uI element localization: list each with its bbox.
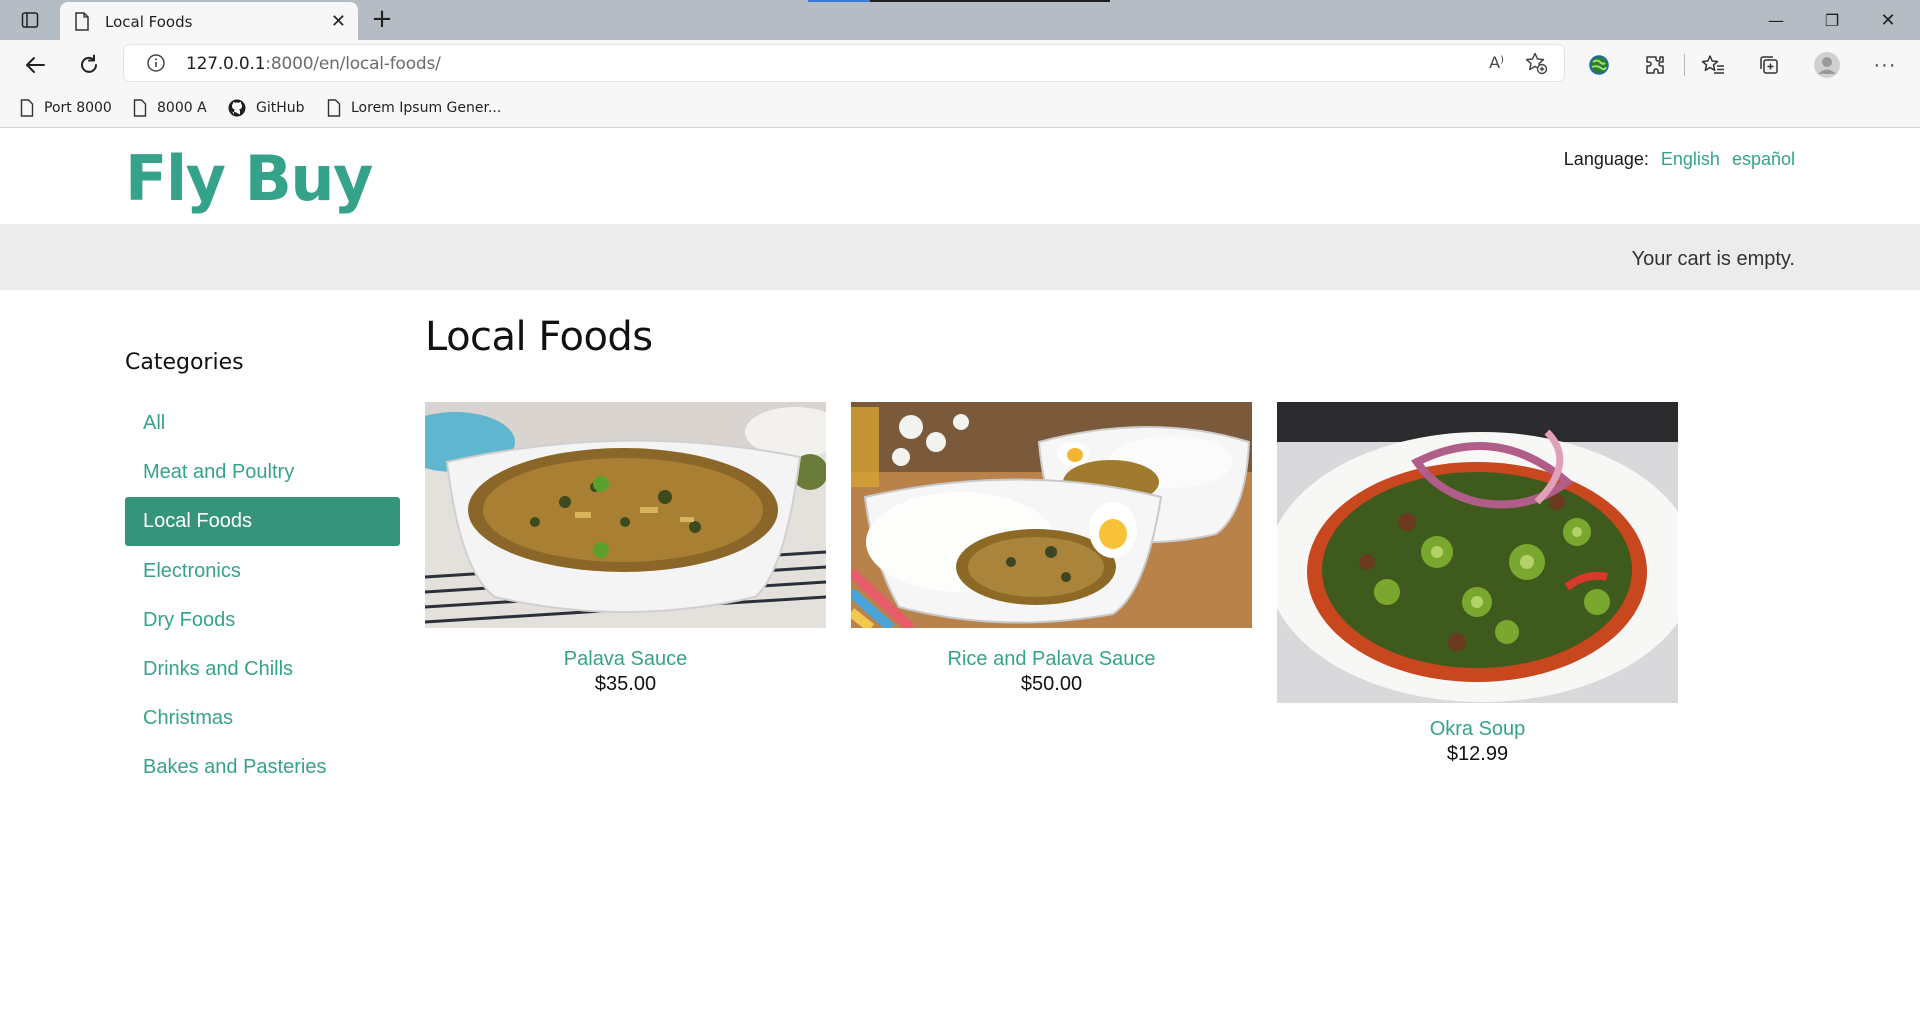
product-price: $50.00 (1020, 673, 1083, 695)
site-header: Fly Buy Language: English español (0, 129, 1920, 224)
product-image[interactable] (425, 402, 826, 633)
browser-toolbar: 127.0.0.1:8000/en/local-foods/ A⁾ ··· (0, 40, 1920, 88)
product-image[interactable] (851, 402, 1252, 633)
product-name[interactable]: Okra Soup (1277, 718, 1678, 741)
category-drinks-and-chills[interactable]: Drinks and Chills (125, 645, 400, 693)
page-icon (74, 12, 90, 36)
tab-strip: Local Foods ✕ + — ❐ ✕ (0, 0, 1920, 40)
page-title: Local Foods (425, 314, 653, 360)
bookmark-github[interactable]: GitHub (228, 97, 305, 119)
profile-avatar-icon[interactable] (1812, 50, 1842, 80)
category-electronics[interactable]: Electronics (125, 547, 400, 595)
url-text[interactable]: 127.0.0.1:8000/en/local-foods/ (186, 54, 441, 74)
bookmark-8000-a[interactable]: 8000 A (133, 97, 207, 119)
collections-icon[interactable] (1754, 50, 1784, 80)
extension-globe-icon[interactable] (1584, 50, 1614, 80)
toolbar-divider (1684, 54, 1685, 76)
read-aloud-icon[interactable]: A⁾ (1489, 53, 1504, 72)
minimize-button[interactable]: — (1748, 6, 1804, 34)
cart-bar: Your cart is empty. (0, 224, 1920, 290)
close-tab-icon[interactable]: ✕ (331, 11, 346, 31)
categories-heading: Categories (125, 350, 244, 375)
bookmark-label: 8000 A (157, 100, 207, 116)
bookmark-label: Port 8000 (44, 100, 112, 116)
language-link-espanol[interactable]: español (1732, 149, 1795, 170)
site-info-icon[interactable] (146, 53, 166, 78)
more-menu-icon[interactable]: ··· (1870, 50, 1900, 80)
category-christmas[interactable]: Christmas (125, 694, 400, 742)
add-favorite-icon[interactable] (1524, 51, 1548, 81)
product-card: Rice and Palava Sauce $50.00 (851, 402, 1252, 696)
github-icon (228, 99, 246, 117)
product-price: $12.99 (1446, 743, 1509, 765)
back-icon[interactable] (20, 50, 50, 80)
bookmark-lorem-ipsum[interactable]: Lorem Ipsum Gener... (327, 97, 501, 119)
category-list: All Meat and Poultry Local Foods Electro… (125, 399, 400, 792)
product-name[interactable]: Palava Sauce (425, 648, 826, 671)
category-local-foods[interactable]: Local Foods (125, 497, 400, 546)
bookmark-port-8000[interactable]: Port 8000 (20, 97, 112, 119)
product-image[interactable] (1277, 402, 1678, 703)
browser-tab[interactable]: Local Foods ✕ (60, 2, 358, 40)
web-page: Fly Buy Language: English español Your c… (0, 129, 1920, 1033)
product-price: $35.00 (594, 673, 657, 695)
bookmarks-bar: Port 8000 8000 A GitHub Lorem Ipsum Gene… (0, 88, 1920, 128)
extensions-icon[interactable] (1640, 50, 1670, 80)
product-card: Palava Sauce $35.00 (425, 402, 826, 696)
category-meat-and-poultry[interactable]: Meat and Poultry (125, 448, 400, 496)
language-link-english[interactable]: English (1661, 149, 1720, 170)
close-window-button[interactable]: ✕ (1860, 6, 1916, 34)
tab-loading-indicator (808, 0, 1110, 2)
refresh-icon[interactable] (74, 50, 104, 80)
category-all[interactable]: All (125, 399, 400, 447)
sidebar-toggle-icon[interactable] (18, 9, 42, 31)
tab-title: Local Foods (105, 13, 193, 31)
address-bar[interactable]: 127.0.0.1:8000/en/local-foods/ A⁾ (124, 45, 1564, 81)
category-bakes-and-pasteries[interactable]: Bakes and Pasteries (125, 743, 400, 791)
bookmark-label: GitHub (256, 100, 305, 116)
language-switcher: Language: English español (1564, 149, 1795, 170)
cart-status: Your cart is empty. (1631, 248, 1795, 270)
site-logo[interactable]: Fly Buy (125, 142, 373, 215)
favorites-icon[interactable] (1698, 50, 1728, 80)
product-name[interactable]: Rice and Palava Sauce (851, 648, 1252, 671)
language-label: Language: (1563, 149, 1649, 169)
page-icon (133, 99, 147, 117)
product-card: Okra Soup $12.99 (1277, 402, 1678, 766)
restore-button[interactable]: ❐ (1804, 6, 1860, 34)
bookmark-label: Lorem Ipsum Gener... (351, 100, 502, 116)
category-dry-foods[interactable]: Dry Foods (125, 596, 400, 644)
page-icon (327, 99, 341, 117)
new-tab-button[interactable]: + (368, 6, 396, 34)
page-icon (20, 99, 34, 117)
